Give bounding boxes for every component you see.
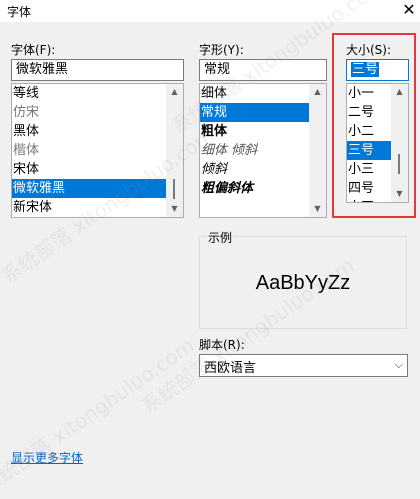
window-title: 字体 <box>7 5 32 19</box>
font-label: 字体(F): <box>11 43 56 57</box>
style-scrollbar[interactable]: ▲ ▼ <box>309 84 326 217</box>
style-input-value: 常规 <box>204 62 231 77</box>
chevron-up-icon[interactable]: ▲ <box>166 84 183 100</box>
font-scrollbar-thumb[interactable] <box>173 179 175 199</box>
style-list-item[interactable]: 倾斜 <box>200 160 326 179</box>
watermark: 系统部落 xitongbuluo.com <box>0 333 199 499</box>
sample-label: 示例 <box>206 229 235 246</box>
close-icon[interactable]: ✕ <box>398 0 420 22</box>
chevron-down-icon[interactable]: ▼ <box>166 201 183 217</box>
font-list-item[interactable]: 仿宋 <box>12 103 183 122</box>
show-more-fonts-link[interactable]: 显示更多字体 <box>11 449 83 466</box>
script-select[interactable]: 西欧语言 ⌵ <box>199 354 408 377</box>
chevron-down-icon: ⌵ <box>394 358 403 371</box>
font-input-value: 微软雅黑 <box>16 62 69 77</box>
font-list-item[interactable]: 黑体 <box>12 122 183 141</box>
chevron-up-icon[interactable]: ▲ <box>309 84 326 100</box>
font-list[interactable]: 等线 仿宋 黑体 楷体 宋体 微软雅黑 新宋体 ▲ ▼ <box>11 83 184 218</box>
style-input[interactable]: 常规 <box>199 59 327 81</box>
script-label: 脚本(R): <box>199 338 245 352</box>
style-list[interactable]: 细体 常规 粗体 细体 倾斜 倾斜 粗偏斜体 ▲ ▼ <box>199 83 327 218</box>
font-list-item[interactable]: 宋体 <box>12 160 183 179</box>
script-select-value: 西欧语言 <box>204 361 257 376</box>
style-list-item[interactable]: 粗偏斜体 <box>200 179 326 198</box>
style-list-item[interactable]: 粗体 <box>200 122 326 141</box>
style-list-item[interactable]: 细体 <box>200 84 326 103</box>
font-input[interactable]: 微软雅黑 <box>11 59 184 81</box>
sample-text: AaBbYyZz <box>255 272 351 294</box>
style-list-item[interactable]: 常规 <box>200 103 326 122</box>
font-list-item[interactable]: 微软雅黑 <box>12 179 183 198</box>
font-list-item[interactable]: 等线 <box>12 84 183 103</box>
font-list-item[interactable]: 新宋体 <box>12 198 183 217</box>
size-highlight-frame <box>332 33 416 218</box>
title-bar: 字体 ✕ <box>0 0 420 22</box>
font-list-item[interactable]: 楷体 <box>12 141 183 160</box>
font-scrollbar[interactable]: ▲ ▼ <box>166 84 183 217</box>
chevron-down-icon[interactable]: ▼ <box>309 201 326 217</box>
style-list-item[interactable]: 细体 倾斜 <box>200 141 326 160</box>
style-label: 字形(Y): <box>199 43 244 57</box>
